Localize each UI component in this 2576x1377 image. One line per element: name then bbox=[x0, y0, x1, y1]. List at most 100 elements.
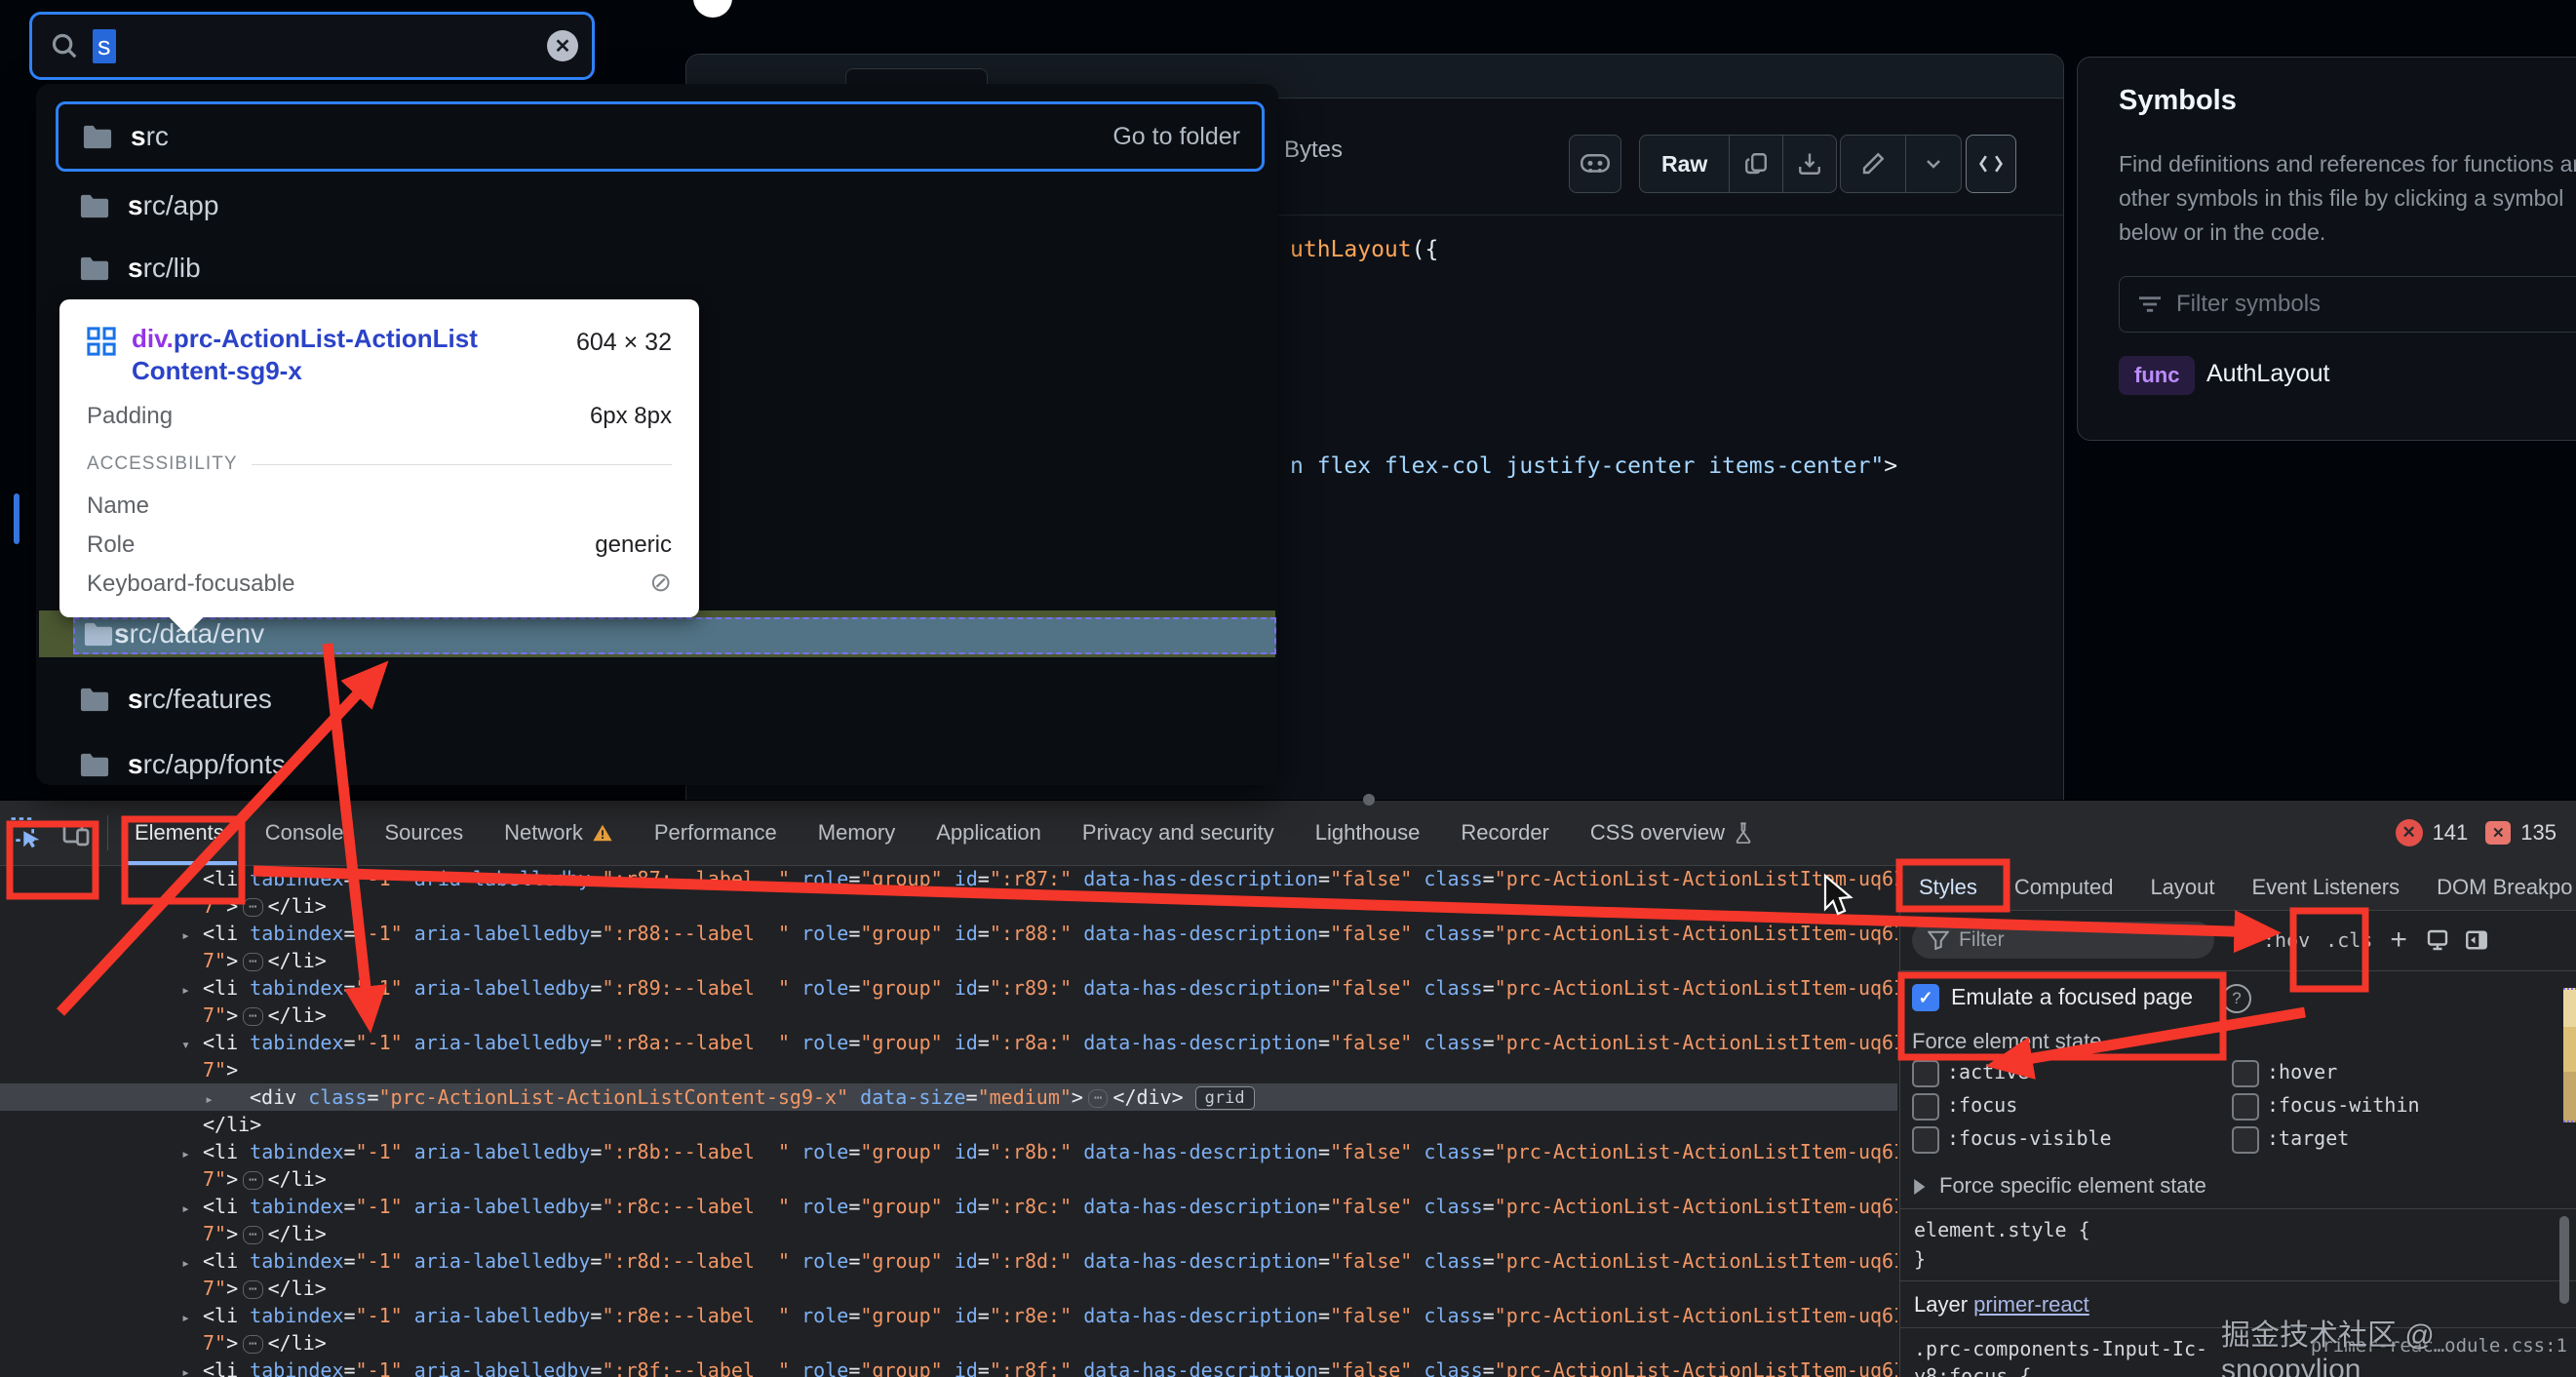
devtools: Elements Console Sources Network Performance… bbox=[0, 794, 2576, 1377]
inspect-element-button[interactable] bbox=[0, 811, 51, 854]
avatar bbox=[693, 0, 732, 18]
element-style-selector[interactable]: element.style { bbox=[1914, 1218, 2090, 1241]
devtools-tab-network[interactable]: Network bbox=[484, 801, 634, 865]
folder-icon bbox=[80, 753, 109, 776]
styles-tab-layout[interactable]: Layout bbox=[2131, 865, 2233, 910]
styles-filter-input[interactable]: Filter bbox=[1912, 922, 2214, 959]
styles-tab-dom-breakpo[interactable]: DOM Breakpo bbox=[2418, 865, 2576, 910]
pseudo-checkbox-focus-visible[interactable] bbox=[1912, 1126, 1939, 1154]
dom-node-r87-open[interactable]: ▸ <li tabindex="-1" aria-labelledby=":r87… bbox=[0, 865, 1897, 892]
dom-node-r8d-wrap[interactable]: 7"> ⋯ </li> bbox=[0, 1275, 1897, 1302]
devtools-tab-performance[interactable]: Performance bbox=[634, 801, 798, 865]
dom-node-r8a-close[interactable]: </li> bbox=[0, 1111, 1897, 1138]
dom-node-r8c-open[interactable]: ▸ <li tabindex="-1" aria-labelledby=":r8c… bbox=[0, 1193, 1897, 1220]
issues-icon[interactable]: ✕ bbox=[2485, 821, 2512, 845]
filter-symbols-placeholder: Filter symbols bbox=[2176, 291, 2322, 317]
dom-selected-node[interactable]: ▸ <div class="prc-ActionList-ActionListCo… bbox=[0, 1083, 1897, 1111]
devtools-tab-lighthouse[interactable]: Lighthouse bbox=[1295, 801, 1441, 865]
coverage-icon[interactable] bbox=[2425, 928, 2450, 952]
styles-pane-tabs: Styles Computed Layout Event Listeners DOM B… bbox=[1900, 865, 2576, 911]
error-count-icon[interactable]: ✕ bbox=[2395, 819, 2423, 846]
show-all-chevrons-icon[interactable] bbox=[2230, 928, 2255, 952]
pseudo-label-target: :target bbox=[2267, 1126, 2350, 1150]
dom-node-r8a-wrap[interactable]: 7"> bbox=[0, 1056, 1897, 1083]
pseudo-checkbox-focus-within[interactable] bbox=[2232, 1093, 2259, 1121]
pseudo-checkbox-hover[interactable] bbox=[2232, 1060, 2259, 1087]
devtools-tab-application[interactable]: Application bbox=[916, 801, 1062, 865]
devtools-tab-css-overview[interactable]: CSS overview bbox=[1570, 801, 1774, 865]
pseudo-checkbox-target[interactable] bbox=[2232, 1126, 2259, 1154]
rule-selector-line2[interactable]: y8:focus { bbox=[1914, 1364, 2031, 1377]
dom-node-r8d-open[interactable]: ▸ <li tabindex="-1" aria-labelledby=":r8d… bbox=[0, 1247, 1897, 1275]
help-icon[interactable]: ? bbox=[2222, 984, 2251, 1013]
dom-node-r8e-open[interactable]: ▸ <li tabindex="-1" aria-labelledby=":r8e… bbox=[0, 1302, 1897, 1329]
code-line-1: uthLayout({ bbox=[1290, 237, 1439, 262]
clear-search-button[interactable]: ✕ bbox=[547, 30, 578, 61]
edit-dropdown-button[interactable] bbox=[1906, 136, 1961, 192]
pseudo-label-focus-within: :focus-within bbox=[2267, 1093, 2420, 1117]
finder-row-src-lib[interactable]: src/lib bbox=[56, 240, 1259, 296]
download-raw-button[interactable] bbox=[1783, 136, 1836, 192]
symbol-kind-badge: func bbox=[2119, 356, 2196, 395]
toggle-cls-button[interactable]: .cls bbox=[2318, 928, 2380, 952]
device-toolbar-icon bbox=[62, 821, 90, 846]
toggle-hov-button[interactable]: :hov bbox=[2255, 928, 2318, 952]
raw-button[interactable]: Raw bbox=[1640, 136, 1729, 192]
expand-triangle-icon[interactable] bbox=[1912, 1179, 1926, 1195]
devtools-tab-privacy-and-security[interactable]: Privacy and security bbox=[1062, 801, 1295, 865]
file-finder-search-input[interactable]: s ✕ bbox=[29, 12, 595, 80]
pseudo-checkbox-focus[interactable] bbox=[1912, 1093, 1939, 1121]
dom-node-r8c-wrap[interactable]: 7"> ⋯ </li> bbox=[0, 1220, 1897, 1247]
dom-node-r8e-wrap[interactable]: 7"> ⋯ </li> bbox=[0, 1329, 1897, 1357]
devtools-tab-console[interactable]: Console bbox=[245, 801, 365, 865]
emulate-focused-page-label: Emulate a focused page bbox=[1951, 984, 2194, 1009]
dom-node-r89-wrap[interactable]: 7"> ⋯ </li> bbox=[0, 1002, 1897, 1029]
scrollbar-thumb[interactable] bbox=[2559, 1216, 2569, 1304]
devtools-counts: ✕ 141 ✕ 135 bbox=[2395, 819, 2556, 846]
dom-node-r88-open[interactable]: ▸ <li tabindex="-1" aria-labelledby=":r88… bbox=[0, 920, 1897, 947]
error-count[interactable]: 141 bbox=[2433, 820, 2469, 846]
device-toolbar-button[interactable] bbox=[51, 811, 101, 854]
styles-tab-event-listeners[interactable]: Event Listeners bbox=[2234, 865, 2419, 910]
symbols-toggle-button[interactable] bbox=[1966, 135, 2016, 193]
focus-indicator-sliver bbox=[14, 493, 20, 544]
devtools-tab-elements[interactable]: Elements bbox=[114, 801, 245, 865]
filter-symbols-input[interactable]: Filter symbols bbox=[2119, 276, 2576, 333]
dom-node-r8f-open[interactable]: ▸ <li tabindex="-1" aria-labelledby=":r8f… bbox=[0, 1357, 1897, 1377]
pseudo-checkbox-active[interactable] bbox=[1912, 1060, 1939, 1087]
finder-row-src-app-fonts[interactable]: src/app/fonts bbox=[56, 736, 1259, 793]
issue-count[interactable]: 135 bbox=[2520, 820, 2556, 846]
finder-row-src-app[interactable]: src/app bbox=[56, 177, 1259, 234]
dom-node-r8b-open[interactable]: ▸ <li tabindex="-1" aria-labelledby=":r8b… bbox=[0, 1138, 1897, 1165]
emulate-focused-page-checkbox[interactable]: ✓ bbox=[1912, 984, 1939, 1011]
tooltip-name-row: Name bbox=[87, 492, 150, 519]
file-finder-popup: src Go to folder src/app src/lib src/data… bbox=[36, 84, 1278, 785]
pencil-icon bbox=[1862, 152, 1885, 175]
copilot-button[interactable] bbox=[1569, 135, 1621, 193]
search-query-text: s bbox=[93, 28, 116, 63]
dom-node-r8a-open[interactable]: ▾ <li tabindex="-1" aria-labelledby=":r8a… bbox=[0, 1029, 1897, 1056]
rule-selector-line1[interactable]: .prc-components-Input-Ic- bbox=[1914, 1337, 2207, 1360]
devtools-tab-sources[interactable]: Sources bbox=[364, 801, 484, 865]
force-specific-state-label[interactable]: Force specific element state bbox=[1939, 1173, 2206, 1199]
layer-row: Layer primer-react bbox=[1914, 1292, 2089, 1317]
new-style-rule-button[interactable]: + bbox=[2380, 924, 2417, 957]
funnel-icon bbox=[1928, 930, 1949, 950]
dom-node-r88-wrap[interactable]: 7"> ⋯ </li> bbox=[0, 947, 1897, 974]
devtools-tab-recorder[interactable]: Recorder bbox=[1440, 801, 1569, 865]
layer-link[interactable]: primer-react bbox=[1973, 1292, 2089, 1317]
finder-row-src-features[interactable]: src/features bbox=[56, 671, 1259, 728]
clipped-overlay-swatch bbox=[2563, 988, 2576, 1029]
symbol-item-authlayout[interactable]: AuthLayout bbox=[2206, 360, 2330, 388]
dom-node-r87-wrap[interactable]: 7"> ⋯ </li> bbox=[0, 892, 1897, 920]
styles-tab-styles[interactable]: Styles bbox=[1900, 865, 1996, 910]
edit-file-button[interactable] bbox=[1841, 136, 1905, 192]
finder-row-src[interactable]: src Go to folder bbox=[56, 101, 1265, 172]
styles-tab-computed[interactable]: Computed bbox=[1996, 865, 2132, 910]
sidebar-position-icon[interactable] bbox=[2464, 928, 2489, 952]
devtools-tab-memory[interactable]: Memory bbox=[798, 801, 916, 865]
dom-node-r89-open[interactable]: ▸ <li tabindex="-1" aria-labelledby=":r89… bbox=[0, 974, 1897, 1002]
dom-node-r8b-wrap[interactable]: 7"> ⋯ </li> bbox=[0, 1165, 1897, 1193]
element-grid-icon bbox=[87, 327, 116, 356]
copy-raw-button[interactable] bbox=[1730, 136, 1782, 192]
